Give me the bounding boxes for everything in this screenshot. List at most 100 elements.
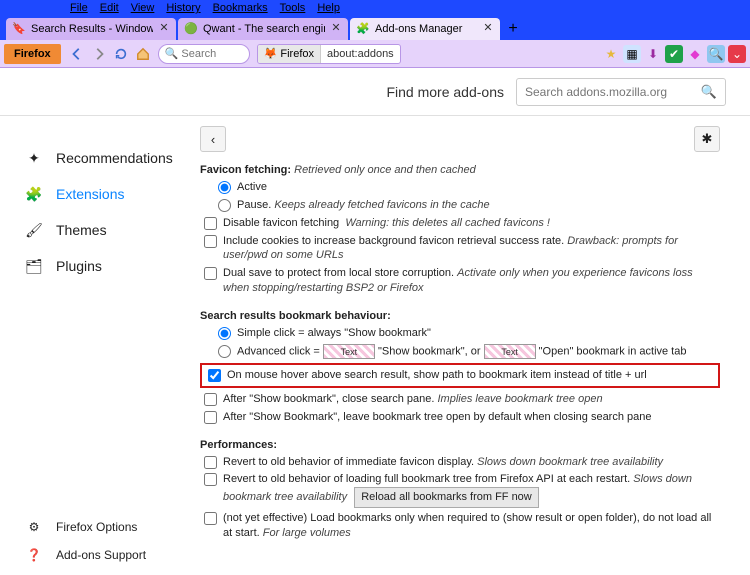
identity-box[interactable]: 🦊 Firefox bbox=[258, 45, 321, 63]
puzzle-icon: 🧩 bbox=[24, 184, 44, 204]
sidebar-item-extensions[interactable]: 🧩 Extensions bbox=[24, 176, 190, 212]
advanced-click-radio[interactable] bbox=[218, 345, 231, 358]
simple-click-radio[interactable] bbox=[218, 327, 231, 340]
addons-search[interactable]: 🔍 bbox=[516, 78, 726, 106]
opt-label: On mouse hover above search result, show… bbox=[227, 368, 647, 383]
sidebar-item-label: Firefox Options bbox=[56, 520, 137, 534]
tab-2[interactable]: 🧩 Add-ons Manager ✕ bbox=[350, 18, 500, 40]
opt-label: Revert to old behavior of immediate favi… bbox=[223, 456, 474, 468]
star-icon: ✦ bbox=[24, 148, 44, 168]
revert-favicon-checkbox[interactable] bbox=[204, 456, 217, 469]
image-placeholder-icon: Text bbox=[323, 344, 375, 359]
menu-help[interactable]: Help bbox=[317, 2, 340, 14]
tab-title: Qwant - The search engine that res bbox=[203, 23, 325, 35]
dual-save-checkbox[interactable] bbox=[204, 267, 217, 280]
include-cookies-checkbox[interactable] bbox=[204, 235, 217, 248]
addons-search-input[interactable] bbox=[525, 85, 701, 99]
menu-edit[interactable]: Edit bbox=[100, 2, 119, 14]
tab-title: Add-ons Manager bbox=[375, 23, 477, 35]
opt-label: Revert to old behavior of loading full b… bbox=[223, 473, 630, 485]
firefox-icon: 🦊 bbox=[264, 47, 278, 60]
sidebar-item-plugins[interactable]: 🗂 Plugins bbox=[24, 248, 190, 284]
after-show-close-checkbox[interactable] bbox=[204, 393, 217, 406]
sidebar-item-label: Plugins bbox=[56, 258, 102, 274]
reload-button[interactable] bbox=[111, 44, 131, 64]
help-icon: ❓ bbox=[24, 545, 44, 565]
favicon-pause-radio[interactable] bbox=[218, 199, 231, 212]
gear-icon: ⚙ bbox=[24, 517, 44, 537]
sidebar-item-label: Recommendations bbox=[56, 150, 173, 166]
bookmark-star-icon[interactable]: ★ bbox=[601, 44, 621, 64]
ext-icon-3[interactable]: ✔ bbox=[665, 45, 683, 63]
search-behaviour-heading: Search results bookmark behaviour: bbox=[200, 310, 720, 322]
menu-bar: File Edit View History Bookmarks Tools H… bbox=[0, 0, 750, 16]
back-button[interactable]: ‹ bbox=[200, 126, 226, 152]
tab-strip: 🔖 Search Results - Windows 10 Help ✕ 🟢 Q… bbox=[0, 16, 750, 40]
search-icon: 🔍 bbox=[701, 84, 717, 100]
sidebar-item-label: Add-ons Support bbox=[56, 548, 146, 562]
sidebar-item-addons-support[interactable]: ❓ Add-ons Support bbox=[24, 541, 146, 569]
ext-icon-1[interactable]: ▦ bbox=[623, 45, 641, 63]
opt-note: Slows down bookmark tree availability bbox=[477, 456, 663, 468]
opt-label: After "Show Bookmark", leave bookmark tr… bbox=[223, 410, 652, 425]
sidebar-item-label: Extensions bbox=[56, 186, 124, 202]
opt-label: Include cookies to increase background f… bbox=[223, 235, 564, 247]
close-icon[interactable]: ✕ bbox=[330, 23, 342, 35]
find-more-bar: Find more add-ons 🔍 bbox=[0, 68, 750, 116]
menu-bookmarks[interactable]: Bookmarks bbox=[213, 2, 268, 14]
nav-toolbar: Firefox 🔍 🦊 Firefox about:addons ★ ▦ ⬇ ✔… bbox=[0, 40, 750, 68]
brush-icon: 🖌 bbox=[24, 220, 44, 240]
search-box[interactable]: 🔍 bbox=[158, 44, 250, 64]
favicon-heading: Favicon fetching: bbox=[200, 164, 291, 176]
puzzle-icon: 🧩 bbox=[356, 22, 370, 36]
addon-options-panel: ‹ ✱ Favicon fetching: Retrieved only onc… bbox=[190, 116, 750, 575]
close-icon[interactable]: ✕ bbox=[158, 23, 170, 35]
back-button[interactable] bbox=[67, 44, 87, 64]
opt-label: Dual save to protect from local store co… bbox=[223, 267, 454, 279]
menu-view[interactable]: View bbox=[131, 2, 155, 14]
toolbar-extensions: ▦ ⬇ ✔ ◆ 🔍 ⌄ bbox=[623, 45, 746, 63]
ext-icon-5[interactable]: 🔍 bbox=[707, 45, 725, 63]
revert-tree-checkbox[interactable] bbox=[204, 473, 217, 486]
ext-icon-2[interactable]: ⬇ bbox=[644, 45, 662, 63]
disable-favicon-checkbox[interactable] bbox=[204, 217, 217, 230]
sidebar-item-recommendations[interactable]: ✦ Recommendations bbox=[24, 140, 190, 176]
find-more-label: Find more add-ons bbox=[386, 84, 504, 100]
sidebar: ✦ Recommendations 🧩 Extensions 🖌 Themes … bbox=[0, 116, 190, 575]
tab-1[interactable]: 🟢 Qwant - The search engine that res ✕ bbox=[178, 18, 348, 40]
search-input[interactable] bbox=[181, 48, 242, 60]
search-icon: 🔍 bbox=[165, 47, 179, 60]
url-text[interactable]: about:addons bbox=[321, 48, 400, 60]
sidebar-item-firefox-options[interactable]: ⚙ Firefox Options bbox=[24, 513, 146, 541]
after-show-leave-checkbox[interactable] bbox=[204, 411, 217, 424]
performances-heading: Performances: bbox=[200, 439, 720, 451]
forward-button[interactable] bbox=[89, 44, 109, 64]
opt-note: Implies leave bookmark tree open bbox=[437, 393, 602, 405]
sidebar-item-themes[interactable]: 🖌 Themes bbox=[24, 212, 190, 248]
opt-label: Simple click = always "Show bookmark" bbox=[237, 326, 431, 341]
menu-file[interactable]: File bbox=[70, 2, 88, 14]
opt-note: For large volumes bbox=[263, 527, 351, 539]
firefox-menu-button[interactable]: Firefox bbox=[4, 44, 61, 64]
close-icon[interactable]: ✕ bbox=[482, 23, 494, 35]
settings-gear-button[interactable]: ✱ bbox=[694, 126, 720, 152]
ext-icon-4[interactable]: ◆ bbox=[686, 45, 704, 63]
favicon-active-radio[interactable] bbox=[218, 181, 231, 194]
new-tab-button[interactable]: + bbox=[502, 18, 524, 40]
pocket-icon[interactable]: ⌄ bbox=[728, 45, 746, 63]
hover-path-checkbox[interactable] bbox=[208, 369, 221, 382]
home-button[interactable] bbox=[133, 44, 153, 64]
url-bar[interactable]: 🦊 Firefox about:addons bbox=[257, 44, 401, 64]
menu-history[interactable]: History bbox=[166, 2, 200, 14]
tab-0[interactable]: 🔖 Search Results - Windows 10 Help ✕ bbox=[6, 18, 176, 40]
favicon-icon: 🔖 bbox=[12, 22, 26, 36]
reload-bookmarks-button[interactable]: Reload all bookmarks from FF now bbox=[354, 487, 539, 508]
opt-note: Keeps already fetched favicons in the ca… bbox=[274, 199, 489, 211]
opt-label: Active bbox=[237, 180, 267, 195]
menu-tools[interactable]: Tools bbox=[280, 2, 306, 14]
opt-label: Advanced click = Text "Show bookmark", o… bbox=[237, 344, 686, 359]
load-on-demand-checkbox[interactable] bbox=[204, 512, 217, 525]
favicon-heading-desc: Retrieved only once and then cached bbox=[294, 164, 476, 176]
image-placeholder-icon: Text bbox=[484, 344, 536, 359]
sidebar-item-label: Themes bbox=[56, 222, 107, 238]
